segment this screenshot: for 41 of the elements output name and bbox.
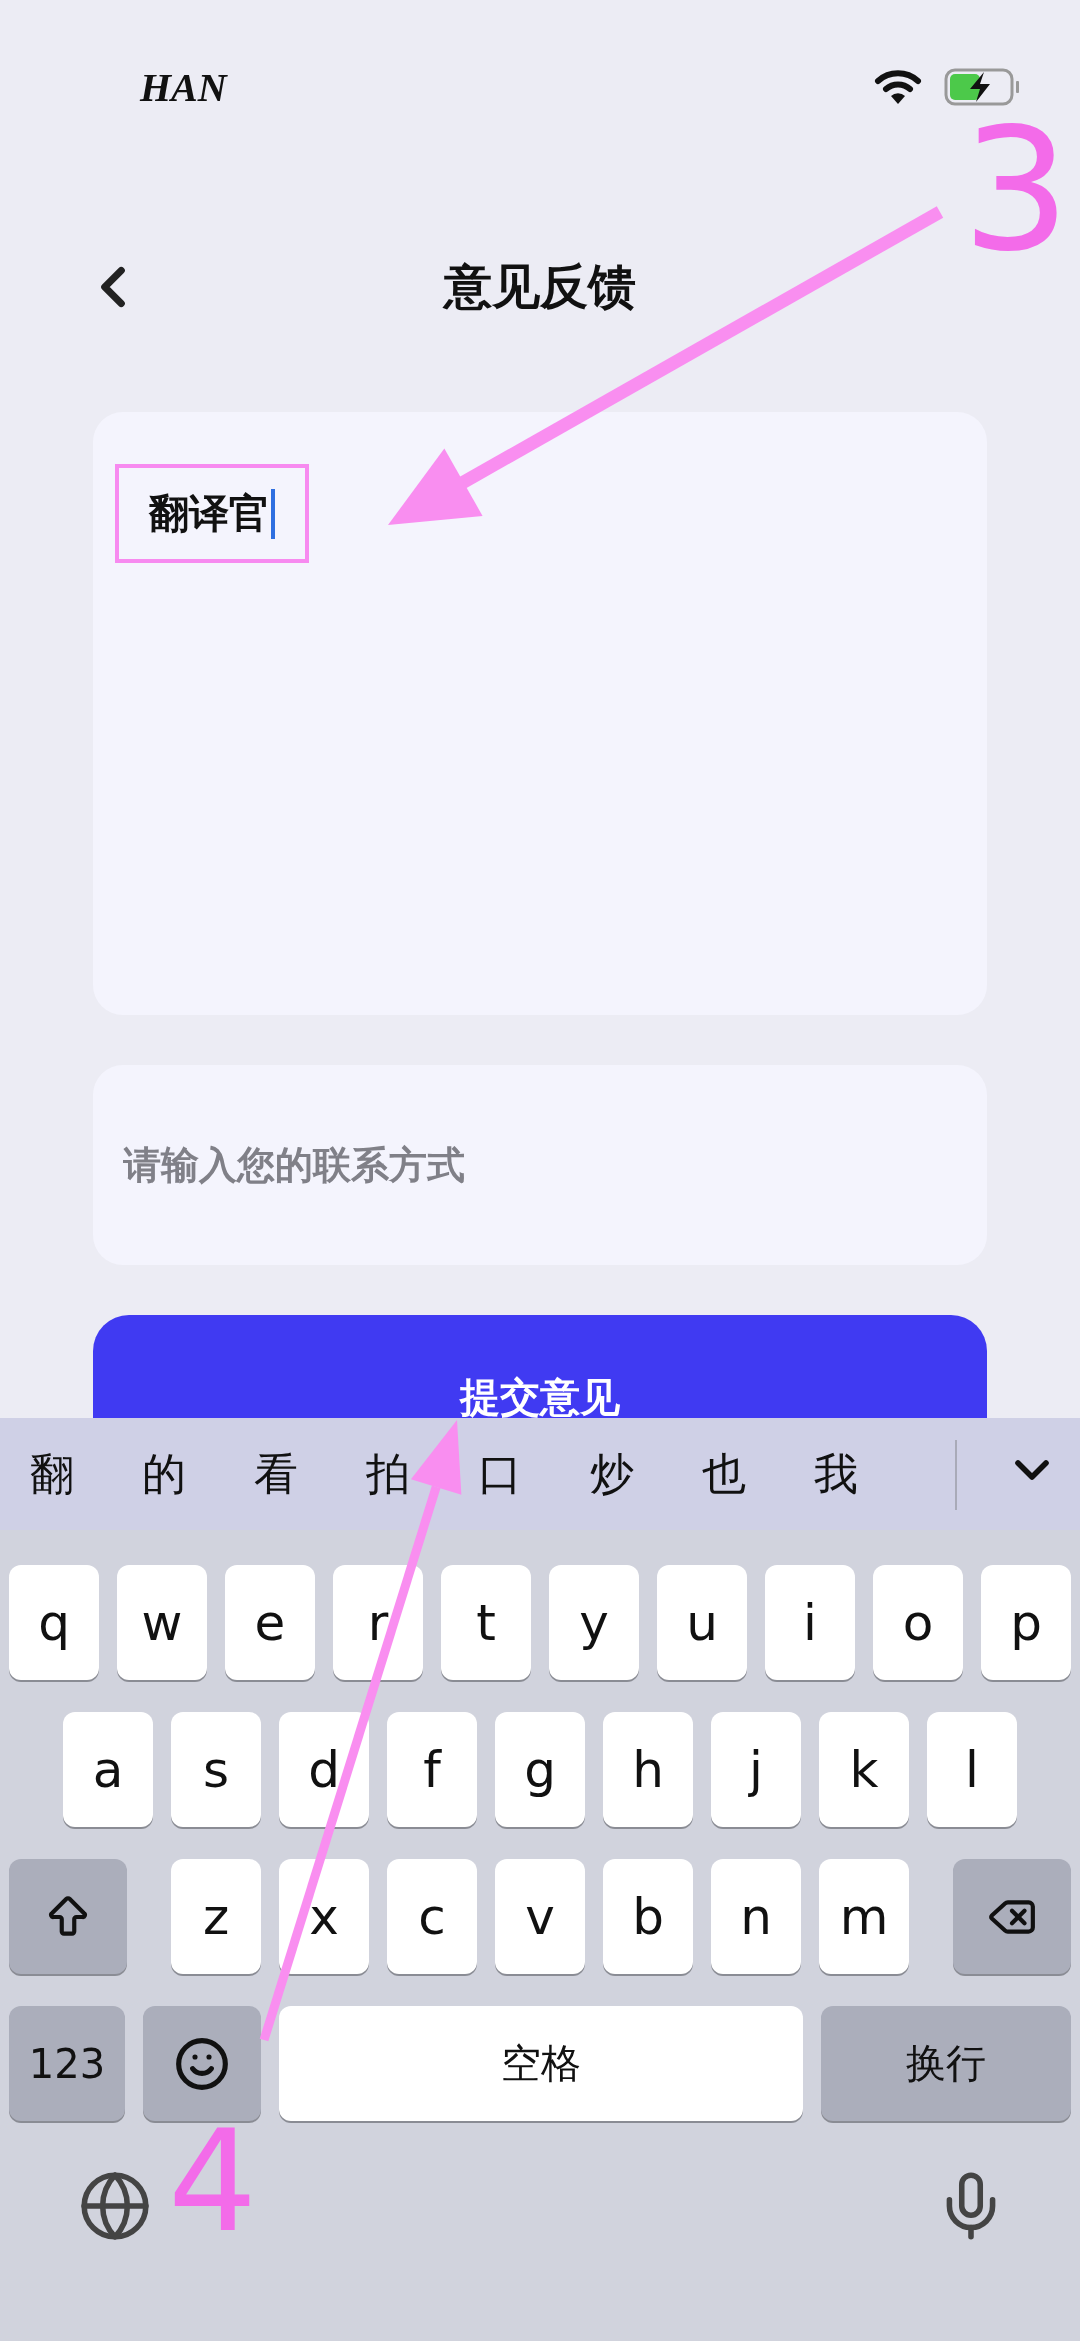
letter-key[interactable]: t: [441, 1565, 531, 1680]
globe-icon[interactable]: [78, 2169, 152, 2243]
letter-key[interactable]: z: [171, 1859, 261, 1974]
typed-text: 翻译官: [115, 464, 309, 563]
letter-key[interactable]: c: [387, 1859, 477, 1974]
feedback-field[interactable]: 翻译官: [93, 412, 987, 1015]
carrier-label: HAN: [140, 63, 227, 111]
letter-key[interactable]: b: [603, 1859, 693, 1974]
letter-key[interactable]: f: [387, 1712, 477, 1827]
candidate-word[interactable]: 翻: [30, 1444, 74, 1504]
contact-field[interactable]: 请输入您的联系方式: [93, 1065, 987, 1265]
wifi-icon: [874, 68, 922, 106]
letter-key[interactable]: n: [711, 1859, 801, 1974]
shift-key[interactable]: [9, 1859, 127, 1974]
letter-key[interactable]: l: [927, 1712, 1017, 1827]
return-key[interactable]: 换行: [821, 2006, 1071, 2121]
letter-key[interactable]: a: [63, 1712, 153, 1827]
space-key[interactable]: 空格: [279, 2006, 803, 2121]
letter-key[interactable]: u: [657, 1565, 747, 1680]
letter-key[interactable]: s: [171, 1712, 261, 1827]
annotation-number: 4: [168, 2112, 258, 2252]
letter-key[interactable]: j: [711, 1712, 801, 1827]
delete-key[interactable]: [953, 1859, 1071, 1974]
letter-key[interactable]: v: [495, 1859, 585, 1974]
letter-key[interactable]: w: [117, 1565, 207, 1680]
page-title: 意见反馈: [444, 257, 636, 316]
letter-key[interactable]: h: [603, 1712, 693, 1827]
annotation-number: 3: [962, 105, 1071, 275]
letter-key[interactable]: p: [981, 1565, 1071, 1680]
smiley-icon: [174, 2035, 230, 2092]
emoji-key[interactable]: [143, 2006, 261, 2121]
letter-key[interactable]: y: [549, 1565, 639, 1680]
letter-key[interactable]: q: [9, 1565, 99, 1680]
letter-key[interactable]: m: [819, 1859, 909, 1974]
letter-key[interactable]: k: [819, 1712, 909, 1827]
number-key[interactable]: 123: [9, 2006, 125, 2121]
battery-icon: [944, 68, 1020, 106]
letter-key[interactable]: g: [495, 1712, 585, 1827]
letter-key[interactable]: o: [873, 1565, 963, 1680]
letter-key[interactable]: i: [765, 1565, 855, 1680]
letter-key[interactable]: e: [225, 1565, 315, 1680]
